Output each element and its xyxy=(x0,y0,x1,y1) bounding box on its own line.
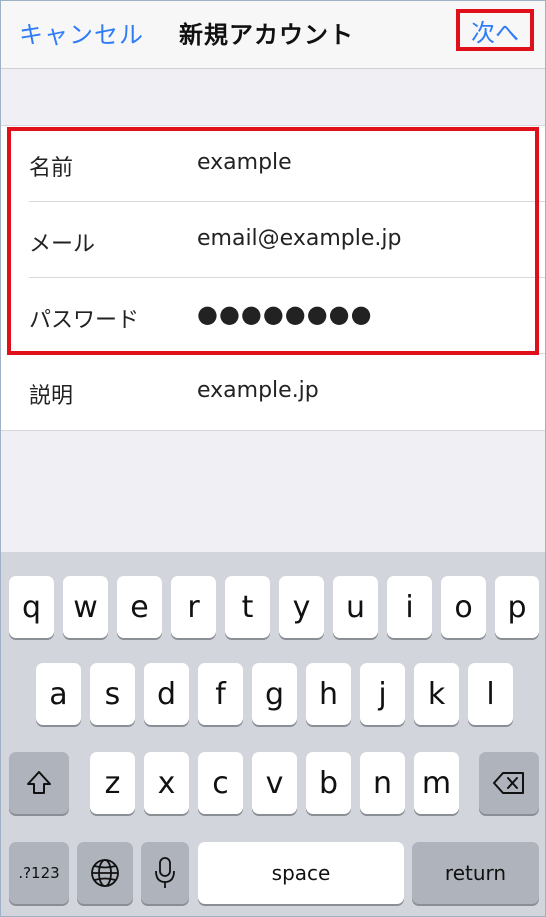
key-s[interactable]: s xyxy=(90,663,135,725)
key-k[interactable]: k xyxy=(414,663,459,725)
key-p[interactable]: p xyxy=(495,576,539,638)
key-j[interactable]: j xyxy=(360,663,405,725)
key-m[interactable]: m xyxy=(414,752,459,814)
description-row[interactable]: 説明 example.jp xyxy=(1,354,545,430)
backspace-icon xyxy=(493,772,524,794)
key-e[interactable]: e xyxy=(117,576,162,638)
description-field[interactable]: example.jp xyxy=(197,378,319,403)
key-t[interactable]: t xyxy=(225,576,270,638)
microphone-key[interactable] xyxy=(141,842,189,904)
password-field[interactable]: ●●●●●●●● xyxy=(197,300,373,328)
key-l[interactable]: l xyxy=(468,663,513,725)
key-g[interactable]: g xyxy=(252,663,297,725)
globe-key[interactable] xyxy=(77,842,133,904)
page-title: 新規アカウント xyxy=(179,21,354,49)
key-y[interactable]: y xyxy=(279,576,324,638)
next-button[interactable]: 次へ xyxy=(456,9,534,51)
email-label: メール xyxy=(29,232,96,257)
password-row[interactable]: パスワード ●●●●●●●● xyxy=(1,278,545,354)
key-u[interactable]: u xyxy=(333,576,378,638)
shift-icon xyxy=(27,771,51,794)
numbers-key[interactable]: .?123 xyxy=(9,842,69,904)
microphone-icon xyxy=(155,857,175,888)
key-n[interactable]: n xyxy=(360,752,405,814)
navigation-bar: キャンセル 新規アカウント 次へ xyxy=(1,1,545,69)
globe-icon xyxy=(91,859,119,887)
key-d[interactable]: d xyxy=(144,663,189,725)
key-x[interactable]: x xyxy=(144,752,189,814)
key-z[interactable]: z xyxy=(90,752,135,814)
name-row[interactable]: 名前 example xyxy=(1,126,545,202)
key-b[interactable]: b xyxy=(306,752,351,814)
cancel-button[interactable]: キャンセル xyxy=(19,15,144,50)
space-key[interactable]: space xyxy=(198,842,404,904)
name-field[interactable]: example xyxy=(197,150,292,175)
key-c[interactable]: c xyxy=(198,752,243,814)
key-f[interactable]: f xyxy=(198,663,243,725)
account-form: 名前 example メール email@example.jp パスワード ●●… xyxy=(1,125,545,431)
key-r[interactable]: r xyxy=(171,576,216,638)
key-h[interactable]: h xyxy=(306,663,351,725)
email-row[interactable]: メール email@example.jp xyxy=(1,202,545,278)
return-key[interactable]: return xyxy=(412,842,539,904)
key-i[interactable]: i xyxy=(387,576,432,638)
app-frame: キャンセル 新規アカウント 次へ 名前 example メール email@ex… xyxy=(0,0,546,917)
backspace-key[interactable] xyxy=(479,752,539,814)
description-label: 説明 xyxy=(29,384,74,409)
key-w[interactable]: w xyxy=(63,576,108,638)
shift-key[interactable] xyxy=(9,752,69,814)
software-keyboard: q w e r t y u i o p a s d f g h j k l z … xyxy=(1,552,545,916)
email-field[interactable]: email@example.jp xyxy=(197,226,401,251)
key-a[interactable]: a xyxy=(36,663,81,725)
password-label: パスワード xyxy=(29,308,140,333)
key-q[interactable]: q xyxy=(9,576,54,638)
key-o[interactable]: o xyxy=(441,576,486,638)
key-v[interactable]: v xyxy=(252,752,297,814)
name-label: 名前 xyxy=(29,156,74,181)
